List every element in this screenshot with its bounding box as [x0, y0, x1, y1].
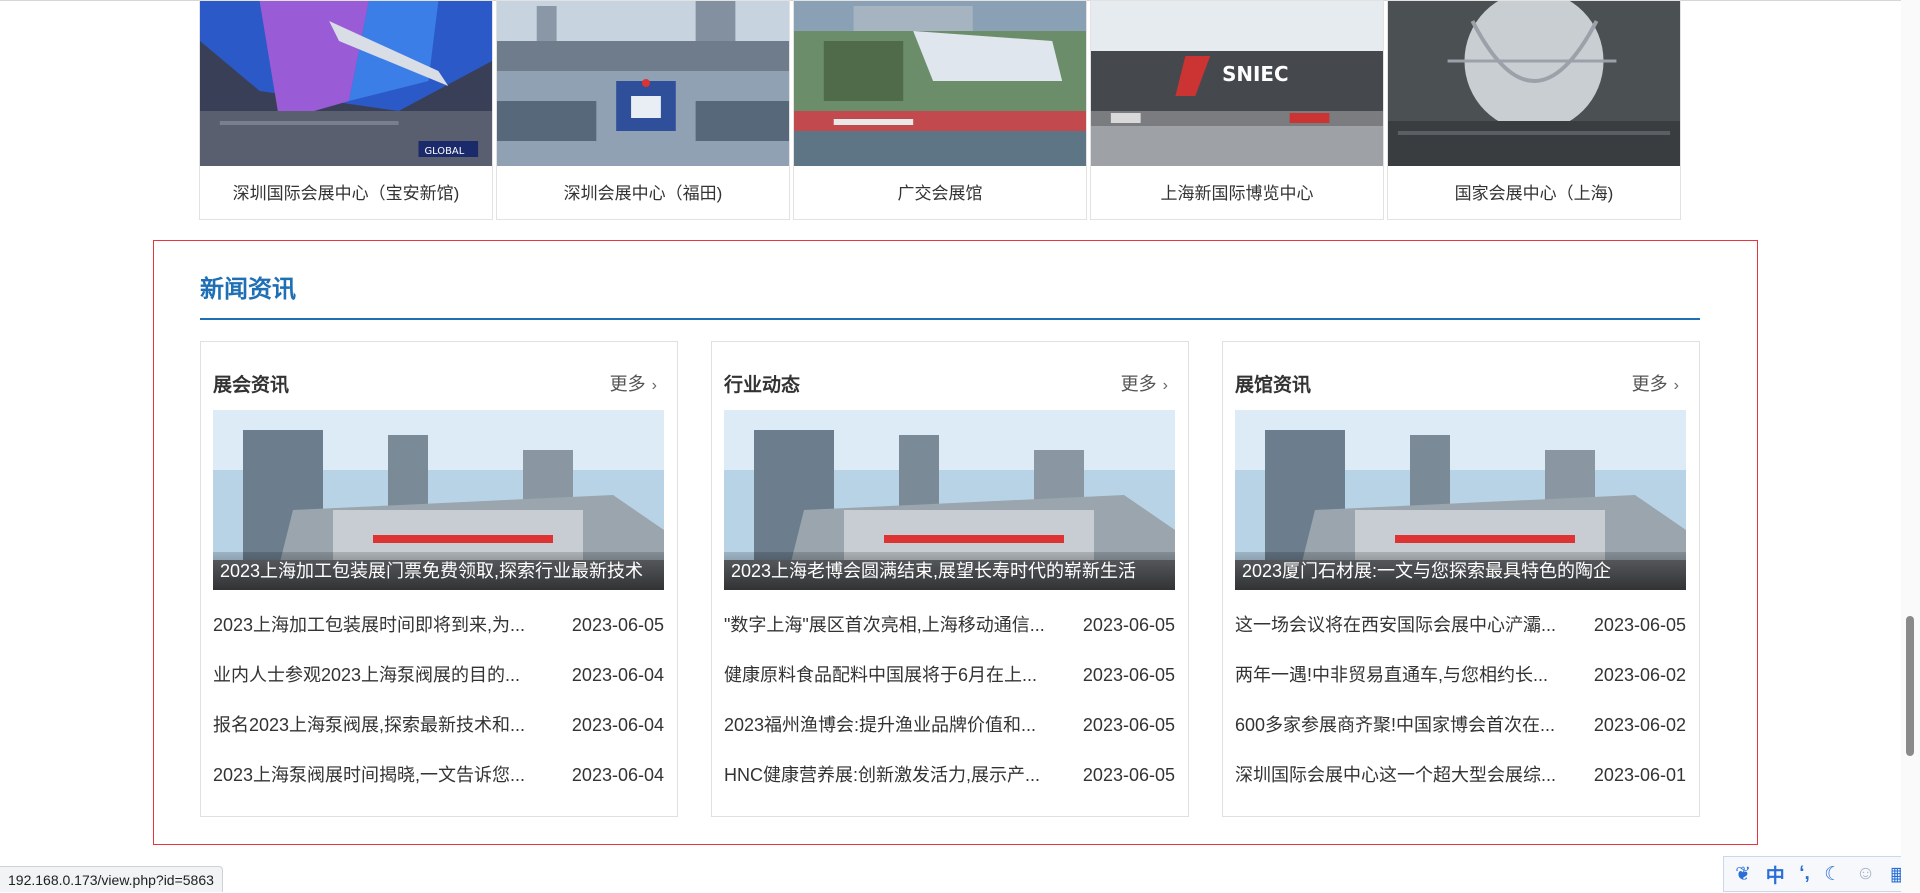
more-link[interactable]: 更多 ›: [1632, 370, 1679, 396]
news-item-date: 2023-06-05: [1082, 615, 1175, 635]
news-item-title[interactable]: 两年一遇!中非贸易直通车,与您相约长...: [1235, 650, 1555, 700]
news-item[interactable]: 这一场会议将在西安国际会展中心浐灞... 2023-06-05: [1235, 600, 1686, 650]
venue-card[interactable]: 国家会展中心（上海): [1387, 0, 1681, 220]
featured-caption[interactable]: 2023上海老博会圆满结束,展望长寿时代的崭新生活: [724, 552, 1175, 590]
news-item[interactable]: "数字上海"展区首次亮相,上海移动通信... 2023-06-05: [724, 600, 1175, 650]
news-item-title[interactable]: HNC健康营养展:创新激发活力,展示产...: [724, 750, 1044, 800]
featured-article[interactable]: 2023厦门石材展:一文与您探索最具特色的陶企: [1235, 410, 1686, 590]
chinese-mode-icon[interactable]: 中: [1766, 861, 1785, 888]
news-item-date: 2023-06-05: [1082, 765, 1175, 785]
venue-name[interactable]: 深圳会展中心（福田): [497, 166, 789, 221]
venue-photo[interactable]: SNIEC: [1091, 1, 1383, 166]
venue-photo[interactable]: GLOBAL: [200, 1, 492, 166]
news-card: 行业动态 更多 › 2023上海老博会圆满结束,展望长寿时代的崭新生活 "数字上海…: [711, 341, 1189, 817]
venue-name[interactable]: 广交会展馆: [794, 166, 1086, 221]
news-list: "数字上海"展区首次亮相,上海移动通信... 2023-06-05 健康原料食品配…: [724, 600, 1175, 800]
news-item-date: 2023-06-05: [1082, 715, 1175, 735]
chevron-right-icon[interactable]: ›: [1674, 377, 1679, 395]
card-header: 行业动态 更多 ›: [724, 370, 1168, 396]
punctuation-icon[interactable]: ‘,: [1799, 863, 1810, 885]
news-item-title[interactable]: 健康原料食品配料中国展将于6月在上...: [724, 650, 1044, 700]
venue-name[interactable]: 国家会展中心（上海): [1388, 166, 1680, 221]
more-link[interactable]: 更多 ›: [1121, 370, 1168, 396]
news-item-title[interactable]: 2023上海加工包装展时间即将到来,为...: [213, 600, 533, 650]
news-item-title[interactable]: 深圳国际会展中心这一个超大型会展综...: [1235, 750, 1555, 800]
news-card: 展会资讯 更多 › 2023上海加工包装展门票免费领取,探索行业最新技术 2023…: [200, 341, 678, 817]
news-item[interactable]: 600多家参展商齐聚!中国家博会首次在... 2023-06-02: [1235, 700, 1686, 750]
news-item-date: 2023-06-02: [1593, 665, 1686, 685]
news-item-date: 2023-06-04: [571, 715, 664, 735]
venue-card[interactable]: 深圳会展中心（福田): [496, 0, 790, 220]
svg-text:GLOBAL: GLOBAL: [424, 146, 464, 157]
featured-caption[interactable]: 2023上海加工包装展门票免费领取,探索行业最新技术: [213, 552, 664, 590]
featured-article[interactable]: 2023上海加工包装展门票免费领取,探索行业最新技术: [213, 410, 664, 590]
card-header: 展馆资讯 更多 ›: [1235, 370, 1679, 396]
venue-name[interactable]: 上海新国际博览中心: [1091, 166, 1383, 221]
paw-icon[interactable]: ❦: [1735, 863, 1751, 886]
more-link[interactable]: 更多 ›: [610, 370, 657, 396]
more-label[interactable]: 更多: [1632, 374, 1668, 394]
news-item[interactable]: 健康原料食品配料中国展将于6月在上... 2023-06-05: [724, 650, 1175, 700]
venue-card[interactable]: GLOBAL 深圳国际会展中心（宝安新馆): [199, 0, 493, 220]
news-item[interactable]: 2023上海加工包装展时间即将到来,为... 2023-06-05: [213, 600, 664, 650]
status-bar-url: 192.168.0.173/view.php?id=5863: [0, 866, 223, 892]
news-item-date: 2023-06-05: [1082, 665, 1175, 685]
news-item-title[interactable]: 业内人士参观2023上海泵阀展的目的...: [213, 650, 533, 700]
user-icon[interactable]: ☺: [1856, 863, 1875, 885]
news-item[interactable]: 报名2023上海泵阀展,探索最新技术和... 2023-06-04: [213, 700, 664, 750]
featured-caption[interactable]: 2023厦门石材展:一文与您探索最具特色的陶企: [1235, 552, 1686, 590]
scrollbar-thumb[interactable]: [1906, 616, 1914, 756]
venue-gallery: GLOBAL 深圳国际会展中心（宝安新馆) 深圳会展中心（福田) 广交会展馆 S…: [199, 0, 1681, 221]
news-item[interactable]: 业内人士参观2023上海泵阀展的目的... 2023-06-04: [213, 650, 664, 700]
card-title: 行业动态: [724, 375, 801, 396]
featured-article[interactable]: 2023上海老博会圆满结束,展望长寿时代的崭新生活: [724, 410, 1175, 590]
news-item-title[interactable]: 600多家参展商齐聚!中国家博会首次在...: [1235, 700, 1555, 750]
moon-icon[interactable]: ☾: [1824, 863, 1841, 886]
news-item-date: 2023-06-01: [1593, 765, 1686, 785]
news-item-title[interactable]: 2023上海泵阀展时间揭晓,一文告诉您...: [213, 750, 533, 800]
news-item[interactable]: HNC健康营养展:创新激发活力,展示产... 2023-06-05: [724, 750, 1175, 800]
venue-name[interactable]: 深圳国际会展中心（宝安新馆): [200, 166, 492, 221]
news-item-title[interactable]: "数字上海"展区首次亮相,上海移动通信...: [724, 600, 1044, 650]
venue-photo[interactable]: [794, 1, 1086, 166]
chevron-right-icon[interactable]: ›: [1163, 377, 1168, 395]
news-item-title[interactable]: 报名2023上海泵阀展,探索最新技术和...: [213, 700, 533, 750]
news-item[interactable]: 2023上海泵阀展时间揭晓,一文告诉您... 2023-06-04: [213, 750, 664, 800]
news-item-title[interactable]: 2023福州渔博会:提升渔业品牌价值和...: [724, 700, 1044, 750]
news-section: 新闻资讯 展会资讯 更多 › 2023上海加工包装展门票免费领取,探索行业最新技术…: [153, 240, 1758, 845]
news-item[interactable]: 两年一遇!中非贸易直通车,与您相约长... 2023-06-02: [1235, 650, 1686, 700]
news-item-title[interactable]: 这一场会议将在西安国际会展中心浐灞...: [1235, 600, 1555, 650]
news-list: 这一场会议将在西安国际会展中心浐灞... 2023-06-05 两年一遇!中非贸易…: [1235, 600, 1686, 800]
news-item-date: 2023-06-04: [571, 765, 664, 785]
svg-text:SNIEC: SNIEC: [1222, 63, 1288, 86]
section-title: 新闻资讯: [200, 276, 296, 303]
card-title: 展馆资讯: [1235, 375, 1312, 396]
more-label[interactable]: 更多: [1121, 374, 1157, 394]
news-item-date: 2023-06-05: [1593, 615, 1686, 635]
news-item-date: 2023-06-05: [571, 615, 664, 635]
chevron-right-icon[interactable]: ›: [652, 377, 657, 395]
news-item-date: 2023-06-04: [571, 665, 664, 685]
more-label[interactable]: 更多: [610, 374, 646, 394]
page-scrollbar[interactable]: [1901, 0, 1920, 892]
venue-photo[interactable]: [497, 1, 789, 166]
venue-card[interactable]: 广交会展馆: [793, 0, 1087, 220]
venue-photo[interactable]: [1388, 1, 1680, 166]
news-item-date: 2023-06-02: [1593, 715, 1686, 735]
card-title: 展会资讯: [213, 375, 290, 396]
ime-toolbar: ❦ 中 ‘, ☾ ☺ ▦: [1723, 856, 1920, 892]
news-list: 2023上海加工包装展时间即将到来,为... 2023-06-05 业内人士参观2…: [213, 600, 664, 800]
section-divider: [200, 318, 1700, 320]
news-item[interactable]: 2023福州渔博会:提升渔业品牌价值和... 2023-06-05: [724, 700, 1175, 750]
news-item[interactable]: 深圳国际会展中心这一个超大型会展综... 2023-06-01: [1235, 750, 1686, 800]
news-card: 展馆资讯 更多 › 2023厦门石材展:一文与您探索最具特色的陶企 这一场会议将在…: [1222, 341, 1700, 817]
card-header: 展会资讯 更多 ›: [213, 370, 657, 396]
venue-card[interactable]: SNIEC 上海新国际博览中心: [1090, 0, 1384, 220]
